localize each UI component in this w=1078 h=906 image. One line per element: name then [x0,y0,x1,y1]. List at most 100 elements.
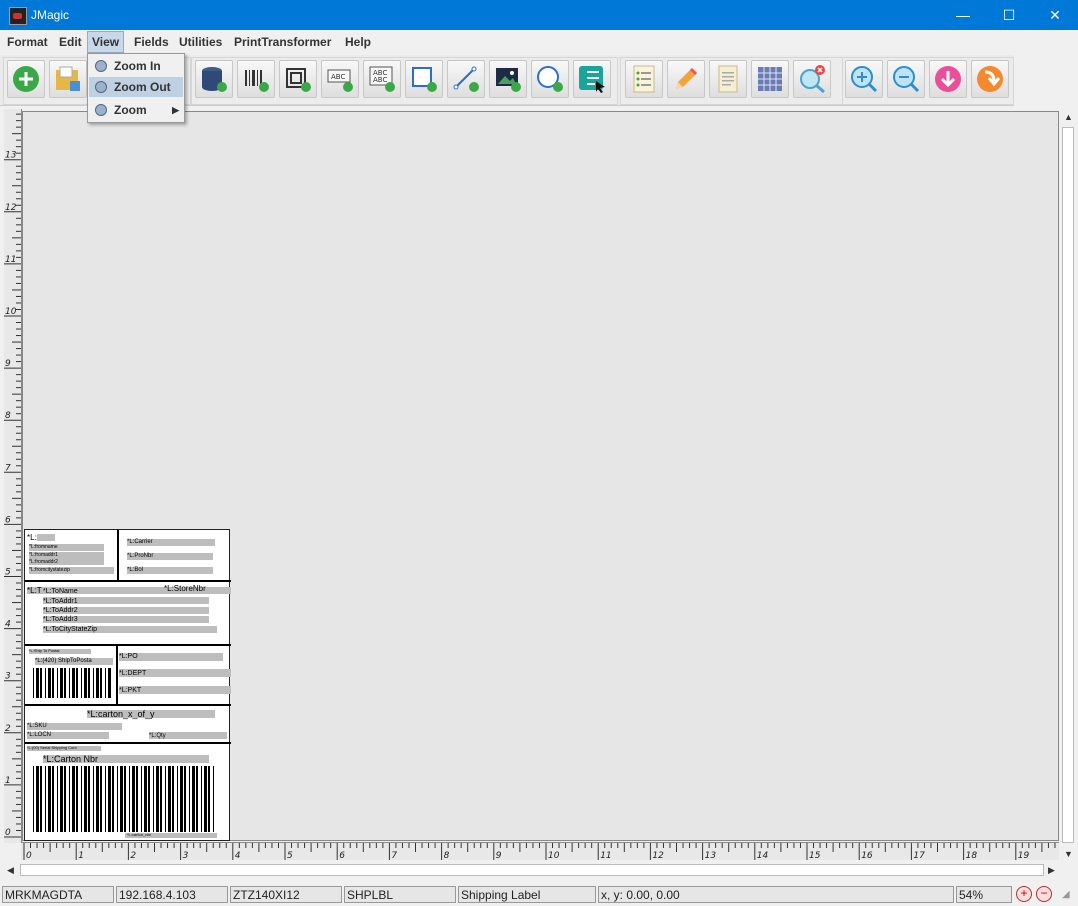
document-button[interactable] [709,60,747,98]
label-carton-nbr-small[interactable]: *L:carton_nbr [127,832,151,837]
label-serial-shipping[interactable]: *L:(00) Serial Shipping Cont [27,745,77,750]
image-field-button[interactable] [489,60,527,98]
label-bol[interactable]: *L:Bol [127,567,143,573]
status-zoom-out-button[interactable]: − [1036,886,1052,902]
menu-fields[interactable]: Fields [130,31,173,53]
menu-view[interactable]: View [87,31,125,53]
scroll-down-icon[interactable]: ▼ [1064,849,1073,859]
carton-barcode[interactable] [33,766,215,832]
checklist-icon [633,65,655,93]
new-button[interactable] [7,60,45,98]
grid-button[interactable] [751,60,789,98]
vertical-scrollbar[interactable]: ▲ ▼ [1060,109,1077,861]
label-to-addr2[interactable]: *L:ToAddr2 [43,607,78,614]
vertical-ruler: 0 1 2 3 4 5 6 7 8 9 10 11 12 13 [4,109,22,843]
divider [25,580,231,582]
toolbar-zoom-out-button[interactable] [887,60,925,98]
menu-bar: Format Edit View Fields Utilities PrintT… [0,31,1078,53]
label-pkt[interactable]: *L:PKT [119,687,141,694]
open-button[interactable] [49,60,87,98]
close-button[interactable]: ✕ [1032,0,1078,30]
horizontal-scroll-thumb[interactable] [20,864,1044,876]
label-from-addr1[interactable]: *L:fromaddr1 [29,552,58,558]
resize-grip-icon[interactable]: ◢ [1062,889,1070,900]
text-field-button[interactable]: ABC [321,60,359,98]
barcode-bar [192,766,195,832]
box-field-button[interactable] [405,60,443,98]
ruler-label: 2 [5,724,11,734]
barcode-bar [124,766,126,832]
vertical-scroll-thumb[interactable] [1062,127,1074,843]
ruler-label: 3 [5,672,11,682]
label-dept[interactable]: *L:DEPT [119,670,146,677]
download-button[interactable] [929,60,967,98]
label-store-nbr[interactable]: *L:StoreNbr [164,584,206,593]
menu-zoom-out[interactable]: Zoom Out [89,77,183,97]
label-pro-nbr[interactable]: *L:ProNbr [127,553,153,559]
view-menu-dropdown: Zoom In Zoom Out Zoom ▶ [87,53,185,123]
menu-format[interactable]: Format [3,31,52,53]
menu-utilities[interactable]: Utilities [175,31,226,53]
status-coordinates: x, y: 0.00, 0.00 [598,886,954,903]
barcode-bar [36,766,39,832]
minimize-button[interactable]: — [940,0,986,30]
checklist-button[interactable] [625,60,663,98]
label-carrier[interactable]: *L:Carrier [127,539,153,545]
redo-button[interactable] [971,60,1009,98]
select-fields-button[interactable] [573,60,611,98]
barcode-bar [96,668,99,698]
line-field-button[interactable] [447,60,485,98]
clear-search-button[interactable] [793,60,831,98]
label-from-name[interactable]: *L:fromname [29,544,58,550]
field-placeholder [37,534,55,541]
scroll-left-icon[interactable]: ◀ [7,865,14,876]
circle-field-button[interactable] [531,60,569,98]
label-to[interactable]: *L:T [27,586,42,595]
toolbar-zoom-in-button[interactable] [845,60,883,98]
label-sku[interactable]: *L:SKU [27,723,47,729]
barcode-bar [141,766,142,832]
scroll-up-icon[interactable]: ▲ [1064,112,1073,122]
label-from-addr2[interactable]: *L:fromaddr2 [29,559,58,565]
label-to-addr1[interactable]: *L:ToAddr1 [43,598,78,605]
postal-barcode[interactable] [33,668,111,698]
menu-zoom[interactable]: Zoom ▶ [89,100,183,120]
label-carton-x-of-y[interactable]: *L:carton_x_of_y [87,709,155,719]
barcode-bar [52,766,54,832]
label-carton-nbr[interactable]: *L:Carton Nbr [43,754,98,764]
horizontal-scrollbar[interactable]: ◀ ▶ [3,862,1060,879]
download-icon [935,66,961,92]
barcode-bar [180,766,183,832]
image-frame-field-button[interactable] [279,60,317,98]
label-to-addr3[interactable]: *L:ToAddr3 [43,616,78,623]
zoom-out-icon [95,81,107,93]
database-field-button[interactable] [195,60,233,98]
menu-printtransformer[interactable]: PrintTransformer [230,31,335,53]
label-po[interactable]: *L:PO [119,653,138,660]
title-bar: JMagic — ☐ ✕ [0,0,1078,30]
barcode-field-button[interactable] [237,60,275,98]
label-postal-barcode-text[interactable]: *L:(420) ShipToPosta [35,658,92,664]
zoom-out-icon [893,66,920,93]
status-zoom-in-button[interactable]: + [1016,886,1032,902]
zoom-icon [95,104,107,116]
label-ship-to-postal[interactable]: *L:Ship To Postal [29,648,59,653]
menu-edit[interactable]: Edit [55,31,86,53]
barcode-bar [172,766,174,832]
multi-text-field-button[interactable]: ABC ABC [363,60,401,98]
scroll-right-icon[interactable]: ▶ [1048,865,1055,876]
label-to-name[interactable]: *L:ToName [43,588,78,595]
menu-zoom-in[interactable]: Zoom In [89,56,183,76]
barcode-bar [204,766,207,832]
edit-button[interactable] [667,60,705,98]
barcode-bar [148,766,150,832]
label-from-citystatezip[interactable]: *L:fromcitystatezip [29,567,70,573]
maximize-button[interactable]: ☐ [986,0,1032,30]
label-qty[interactable]: *L:Qty [149,733,166,739]
menu-help[interactable]: Help [341,31,375,53]
label-to-citystatezip[interactable]: *L:ToCityStateZip [43,626,97,633]
barcode-bar [168,766,171,832]
ruler-label: 9 [496,851,502,860]
shipping-label-preview[interactable]: *L:Fr *L:fromname *L:fromaddr1 *L:fromad… [24,529,231,841]
label-locn[interactable]: *L:LOCN [27,732,51,738]
